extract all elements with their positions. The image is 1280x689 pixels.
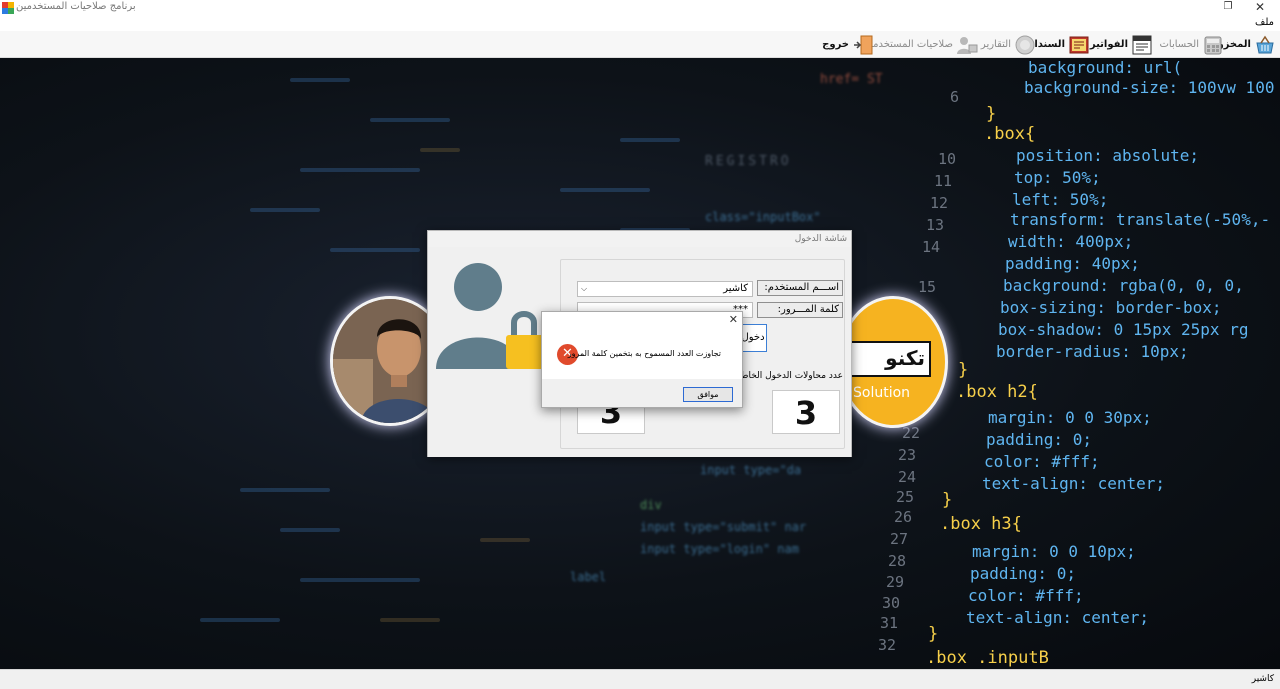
toolbar: المخزون الحسابات الفواتير السندات التقار… — [0, 31, 1280, 58]
login-button[interactable]: دخول — [739, 324, 767, 352]
line-number: 29 — [886, 573, 905, 591]
toolbar-exit-button[interactable]: خروج — [822, 33, 874, 56]
line-number: 32 — [878, 636, 897, 654]
invoice-icon — [1132, 35, 1152, 54]
code-line: width: 400px; — [1008, 232, 1134, 251]
line-number: 27 — [890, 530, 909, 548]
ok-button[interactable]: موافق — [683, 387, 733, 402]
code-line: .box .inputB — [926, 648, 1049, 668]
failed-attempts-label: عدد محاولات الدخول الخاطئة — [733, 371, 843, 381]
window-title: برنامج صلاحيات المستخدمين — [16, 1, 136, 12]
message-close-button[interactable]: ✕ — [729, 313, 738, 326]
chevron-down-icon[interactable]: ⌵ — [581, 282, 587, 296]
code-line: box-sizing: border-box; — [1000, 298, 1222, 317]
line-number: 24 — [898, 468, 917, 486]
line-number: 23 — [898, 446, 917, 464]
code-line: .box h2{ — [956, 382, 1038, 402]
status-user: كاشير — [1251, 674, 1274, 684]
vouchers-icon — [1069, 36, 1089, 53]
code-line: text-align: center; — [982, 474, 1166, 493]
code-line: } — [928, 624, 939, 644]
code-line: margin: 0 0 10px; — [972, 542, 1136, 561]
exit-door-icon — [854, 35, 873, 54]
toolbar-label: الفواتير — [1089, 39, 1128, 50]
code-line: background: url( — [1028, 58, 1183, 77]
toolbar-label: صلاحيات المستخدمين — [862, 39, 953, 50]
code-line: transform: translate(-50%,- — [1010, 210, 1271, 229]
code-line: background-size: 100vw 100 — [1024, 78, 1275, 97]
restore-window-button[interactable]: ❐ — [1218, 0, 1238, 14]
window-title-bar: برنامج صلاحيات المستخدمين ❐ ✕ — [0, 0, 1280, 16]
line-number: 26 — [894, 508, 913, 526]
line-number: 15 — [918, 278, 937, 296]
menu-file[interactable]: ملف — [1255, 17, 1274, 28]
code-line: } — [942, 490, 953, 510]
menu-bar: ملف — [0, 16, 1280, 31]
username-value: كاشير — [723, 283, 748, 294]
calculator-icon — [1204, 36, 1222, 54]
line-number: 6 — [950, 88, 960, 106]
status-bar: كاشير — [0, 669, 1280, 689]
line-number: 31 — [880, 614, 899, 632]
code-line: } — [958, 360, 969, 380]
code-line: top: 50%; — [1014, 168, 1101, 187]
company-logo: تكنو Solution — [838, 296, 948, 428]
login-title-bar — [428, 231, 851, 247]
user-lock-icon — [436, 263, 544, 369]
toolbar-label: خروج — [822, 39, 849, 50]
code-line: box-shadow: 0 15px 25px rg — [998, 320, 1249, 339]
line-number: 13 — [926, 216, 945, 234]
line-number: 10 — [938, 150, 957, 168]
logo-text-english: Solution — [853, 385, 911, 401]
code-line: .box h3{ — [940, 514, 1022, 534]
code-line: margin: 0 0 30px; — [988, 408, 1152, 427]
login-title: شاشة الدخول — [794, 234, 847, 244]
app-window-icon — [2, 2, 14, 14]
username-combo[interactable]: كاشير ⌵ — [577, 281, 753, 297]
line-number: 14 — [922, 238, 941, 256]
code-line: background: rgba(0, 0, 0, — [1003, 276, 1244, 295]
toolbar-invoices-button[interactable]: الفواتير — [1090, 33, 1153, 56]
line-number: 25 — [896, 488, 915, 506]
code-line: color: #fff; — [968, 586, 1084, 605]
code-line: .box{ — [984, 124, 1036, 144]
code-blur: href= ST — [820, 72, 883, 87]
code-line: text-align: center; — [966, 608, 1150, 627]
code-line: color: #fff; — [984, 452, 1100, 471]
line-number: 28 — [888, 552, 907, 570]
attempts-right-counter: 3 — [772, 390, 840, 434]
code-line: padding: 0; — [970, 564, 1076, 583]
password-label: كلمة المـــرور: — [757, 302, 843, 318]
line-number: 30 — [882, 594, 901, 612]
line-number: 11 — [934, 172, 953, 190]
toolbar-reports-button[interactable]: التقارير — [981, 33, 1036, 56]
error-message-box: ✕ ✕ تجاوزت العدد المسموح به بتخمين كلمة … — [541, 311, 743, 408]
toolbar-accounts-button[interactable]: الحسابات — [1160, 33, 1225, 56]
code-line: border-radius: 10px; — [996, 342, 1189, 361]
logo-text-arabic: تكنو — [849, 341, 931, 377]
toolbar-label: الحسابات — [1159, 39, 1200, 50]
reports-icon — [1015, 35, 1035, 54]
message-text: تجاوزت العدد المسموح به بتخمين كلمة المر… — [567, 349, 721, 358]
store-basket-icon — [1256, 35, 1274, 53]
code-line: position: absolute; — [1016, 146, 1200, 165]
code-line: left: 50%; — [1012, 190, 1109, 209]
close-window-button[interactable]: ✕ — [1250, 0, 1270, 14]
users-permissions-icon — [957, 36, 978, 54]
toolbar-label: التقارير — [980, 39, 1011, 50]
line-number: 22 — [902, 424, 921, 442]
username-label: اســـم المستخدم: — [757, 280, 843, 296]
code-line: padding: 0; — [986, 430, 1092, 449]
toolbar-user-permissions-button[interactable]: صلاحيات المستخدمين — [862, 33, 978, 56]
code-line: } — [986, 104, 997, 124]
code-line: padding: 40px; — [1005, 254, 1140, 273]
line-number: 12 — [930, 194, 949, 212]
